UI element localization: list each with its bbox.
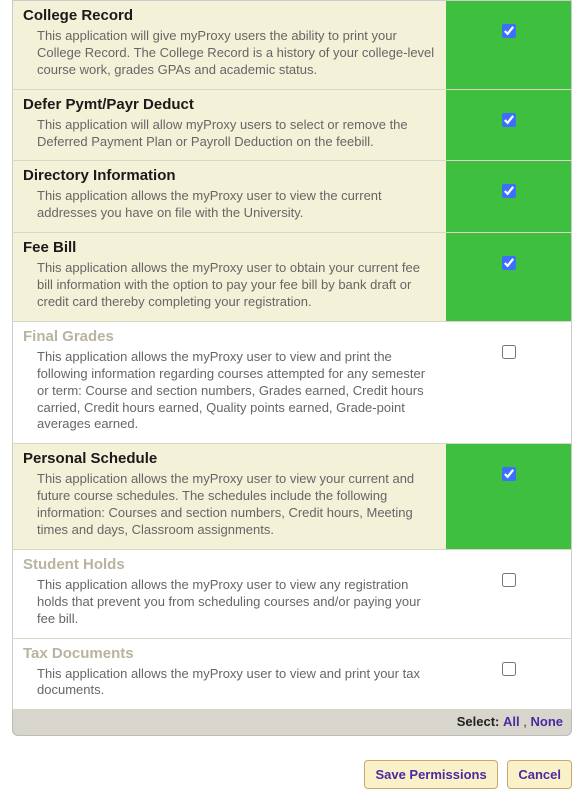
permission-desc-cell: Final Grades This application allows the … xyxy=(13,321,447,443)
permission-title: College Record xyxy=(23,7,436,24)
permission-description: This application allows the myProxy user… xyxy=(23,188,436,222)
permission-row: Directory Information This application al… xyxy=(13,161,572,233)
permission-title: Fee Bill xyxy=(23,239,436,256)
permission-checkbox-cell xyxy=(446,549,571,638)
permission-description: This application allows the myProxy user… xyxy=(23,666,436,700)
permission-checkbox-cell xyxy=(446,233,571,322)
permission-checkbox[interactable] xyxy=(502,467,516,481)
select-label: Select: xyxy=(457,714,500,729)
permission-row: Personal Schedule This application allows… xyxy=(13,444,572,550)
permission-description: This application allows the myProxy user… xyxy=(23,349,436,433)
permission-desc-cell: Defer Pymt/Payr Deduct This application w… xyxy=(13,89,447,161)
permission-title: Final Grades xyxy=(23,328,436,345)
permission-description: This application allows the myProxy user… xyxy=(23,577,436,628)
permission-desc-cell: Student Holds This application allows the… xyxy=(13,549,447,638)
permission-description: This application allows the myProxy user… xyxy=(23,260,436,311)
permission-title: Personal Schedule xyxy=(23,450,436,467)
permission-desc-cell: College Record This application will give… xyxy=(13,1,447,90)
permission-desc-cell: Personal Schedule This application allows… xyxy=(13,444,447,550)
permission-checkbox[interactable] xyxy=(502,24,516,38)
permission-checkbox[interactable] xyxy=(502,256,516,270)
button-bar: Save Permissions Cancel xyxy=(12,760,572,789)
permission-checkbox[interactable] xyxy=(502,113,516,127)
select-separator: , xyxy=(523,714,527,729)
permission-title: Tax Documents xyxy=(23,645,436,662)
permission-checkbox-cell xyxy=(446,161,571,233)
permission-row: Student Holds This application allows the… xyxy=(13,549,572,638)
permission-desc-cell: Directory Information This application al… xyxy=(13,161,447,233)
permission-desc-cell: Fee Bill This application allows the myPr… xyxy=(13,233,447,322)
select-none-link[interactable]: None xyxy=(531,714,564,729)
permission-checkbox[interactable] xyxy=(502,573,516,587)
permission-title: Directory Information xyxy=(23,167,436,184)
select-all-link[interactable]: All xyxy=(503,714,520,729)
permission-checkbox-cell xyxy=(446,444,571,550)
permission-desc-cell: Tax Documents This application allows the… xyxy=(13,638,447,710)
permission-description: This application allows the myProxy user… xyxy=(23,471,436,539)
permission-checkbox-cell xyxy=(446,321,571,443)
permission-checkbox[interactable] xyxy=(502,662,516,676)
permission-row: Tax Documents This application allows the… xyxy=(13,638,572,710)
select-row: Select: All , None xyxy=(12,710,572,736)
save-permissions-button[interactable]: Save Permissions xyxy=(364,760,497,789)
permission-checkbox-cell xyxy=(446,1,571,90)
permission-row: Fee Bill This application allows the myPr… xyxy=(13,233,572,322)
permission-checkbox-cell xyxy=(446,89,571,161)
permission-row: Defer Pymt/Payr Deduct This application w… xyxy=(13,89,572,161)
permission-checkbox[interactable] xyxy=(502,184,516,198)
permission-description: This application will give myProxy users… xyxy=(23,28,436,79)
permission-checkbox-cell xyxy=(446,638,571,710)
cancel-button[interactable]: Cancel xyxy=(507,760,572,789)
permission-row: Final Grades This application allows the … xyxy=(13,321,572,443)
permission-checkbox[interactable] xyxy=(502,345,516,359)
permissions-table: College Record This application will give… xyxy=(12,0,572,710)
permission-description: This application will allow myProxy user… xyxy=(23,117,436,151)
permission-row: College Record This application will give… xyxy=(13,1,572,90)
permission-title: Defer Pymt/Payr Deduct xyxy=(23,96,436,113)
permission-title: Student Holds xyxy=(23,556,436,573)
